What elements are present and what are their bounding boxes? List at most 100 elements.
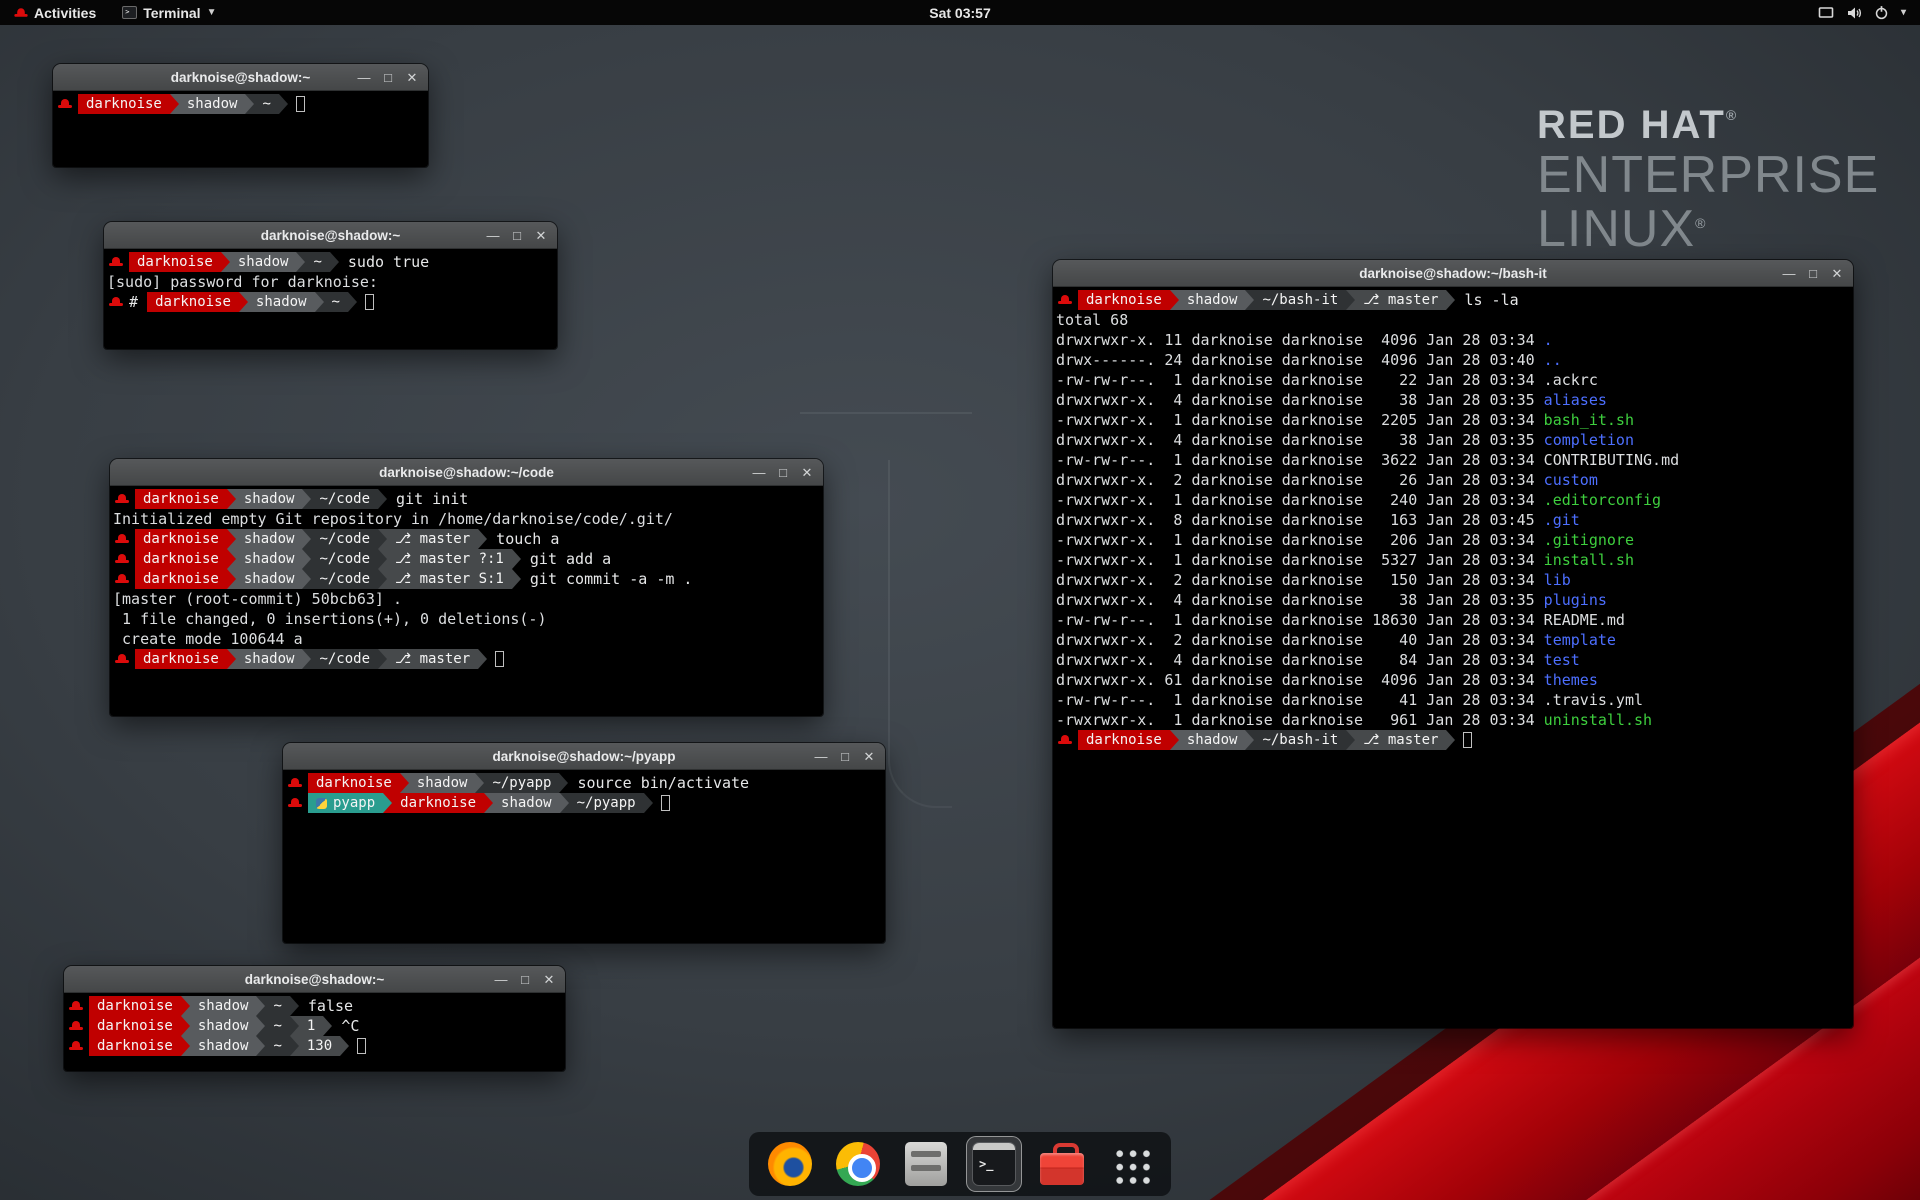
powerline-separator-icon	[1446, 290, 1455, 310]
maximize-button[interactable]: □	[771, 459, 795, 486]
terminal-cursor	[1463, 732, 1472, 748]
app-menu-terminal[interactable]: > Terminal ▼	[118, 0, 220, 25]
terminal-content[interactable]: darknoiseshadow~	[53, 91, 428, 167]
minimize-button[interactable]: —	[489, 966, 513, 993]
maximize-button[interactable]: □	[1801, 260, 1825, 287]
dock-item-files[interactable]	[899, 1137, 953, 1191]
terminal-window-sudo[interactable]: darknoise@shadow:~ — □ ✕ darknoiseshadow…	[104, 222, 557, 349]
close-button[interactable]: ✕	[529, 222, 553, 249]
dock-item-toolbox[interactable]	[1035, 1137, 1089, 1191]
terminal-content[interactable]: darknoiseshadow~ sudo true[sudo] passwor…	[104, 249, 557, 349]
clock[interactable]: Sat 03:57	[929, 0, 990, 25]
output-text: -rwxrwxr-x. 1 darknoise darknoise 240 Ja…	[1056, 491, 1544, 509]
window-titlebar[interactable]: darknoise@shadow:~ — □ ✕	[104, 222, 557, 249]
window-titlebar[interactable]: darknoise@shadow:~/bash-it — □ ✕	[1053, 260, 1853, 287]
prompt-segment: shadow	[236, 649, 303, 669]
terminal-line: darknoiseshadow~/code git init	[113, 489, 823, 509]
powerline-separator-icon	[484, 793, 493, 813]
close-button[interactable]: ✕	[400, 64, 424, 91]
close-button[interactable]: ✕	[857, 743, 881, 770]
close-button[interactable]: ✕	[537, 966, 561, 993]
maximize-button[interactable]: □	[513, 966, 537, 993]
terminal-content[interactable]: darknoiseshadow~/bash-it⎇ master ls -lat…	[1053, 287, 1853, 1028]
powerline-separator-icon	[227, 649, 236, 669]
dock-item-firefox[interactable]	[763, 1137, 817, 1191]
window-titlebar[interactable]: darknoise@shadow:~/pyapp — □ ✕	[283, 743, 885, 770]
power-icon	[1874, 5, 1889, 20]
terminal-line: -rw-rw-r--. 1 darknoise darknoise 3622 J…	[1056, 450, 1853, 470]
powerline-separator-icon	[400, 773, 409, 793]
powerline-separator-icon	[478, 649, 487, 669]
powerline-separator-icon	[378, 649, 387, 669]
prompt-segment: darknoise	[89, 1016, 181, 1036]
terminal-line: drwxrwxr-x. 4 darknoise darknoise 38 Jan…	[1056, 590, 1853, 610]
output-text: ..	[1544, 351, 1562, 369]
wallpaper-circuit-line	[888, 460, 952, 808]
output-text: -rw-rw-r--. 1 darknoise darknoise 41 Jan…	[1056, 691, 1544, 709]
powerline-separator-icon	[644, 793, 653, 813]
dock-item-app-grid[interactable]	[1103, 1137, 1157, 1191]
window-titlebar[interactable]: darknoise@shadow:~ — □ ✕	[64, 966, 565, 993]
output-text: .	[1544, 331, 1553, 349]
window-title: darknoise@shadow:~/code	[110, 459, 823, 486]
close-button[interactable]: ✕	[795, 459, 819, 486]
prompt-segment: shadow	[236, 549, 303, 569]
prompt-segment: ~	[265, 1016, 289, 1036]
prompt-segment: shadow	[248, 292, 315, 312]
terminal-cursor	[365, 294, 374, 310]
terminal-line: darknoiseshadow~130	[67, 1036, 565, 1056]
terminal-line: total 68	[1056, 310, 1853, 330]
terminal-content[interactable]: darknoiseshadow~/code git initInitialize…	[110, 486, 823, 716]
prompt-segment: shadow	[230, 252, 297, 272]
minimize-button[interactable]: —	[352, 64, 376, 91]
root-prompt-hash: #	[129, 293, 147, 311]
dock-item-terminal[interactable]: >_	[967, 1137, 1021, 1191]
terminal-line: drwxrwxr-x. 2 darknoise darknoise 40 Jan…	[1056, 630, 1853, 650]
powerline-separator-icon	[227, 489, 236, 509]
terminal-window-bash-it[interactable]: darknoise@shadow:~/bash-it — □ ✕ darknoi…	[1053, 260, 1853, 1028]
output-text: drwx------. 24 darknoise darknoise 4096 …	[1056, 351, 1544, 369]
output-text: drwxrwxr-x. 4 darknoise darknoise 38 Jan…	[1056, 391, 1544, 409]
window-titlebar[interactable]: darknoise@shadow:~/code — □ ✕	[110, 459, 823, 486]
terminal-line: darknoiseshadow~	[56, 94, 428, 114]
powerline-separator-icon	[227, 569, 236, 589]
terminal-window-pyapp[interactable]: darknoise@shadow:~/pyapp — □ ✕ darknoise…	[283, 743, 885, 943]
minimize-button[interactable]: —	[1777, 260, 1801, 287]
maximize-button[interactable]: □	[833, 743, 857, 770]
terminal-cursor	[357, 1038, 366, 1054]
dock: >_	[749, 1132, 1171, 1196]
minimize-button[interactable]: —	[747, 459, 771, 486]
powerline-separator-icon	[227, 529, 236, 549]
wallpaper-circuit-line	[800, 412, 972, 414]
terminal-line: create mode 100644 a	[113, 629, 823, 649]
redhat-prompt-icon	[1058, 294, 1072, 306]
system-status-area[interactable]: ▾	[1810, 0, 1914, 25]
command-text: source bin/activate	[568, 774, 749, 792]
prompt-segment: shadow	[190, 1036, 257, 1056]
maximize-button[interactable]: □	[376, 64, 400, 91]
minimize-button[interactable]: —	[481, 222, 505, 249]
terminal-window-code[interactable]: darknoise@shadow:~/code — □ ✕ darknoises…	[110, 459, 823, 716]
terminal-window-home-1[interactable]: darknoise@shadow:~ — □ ✕ darknoiseshadow…	[53, 64, 428, 167]
output-text: drwxrwxr-x. 8 darknoise darknoise 163 Ja…	[1056, 511, 1544, 529]
terminal-content[interactable]: darknoiseshadow~/pyapp source bin/activa…	[283, 770, 885, 943]
powerline-separator-icon	[302, 489, 311, 509]
terminal-window-exit-codes[interactable]: darknoise@shadow:~ — □ ✕ darknoise shadow…	[64, 966, 565, 1071]
powerline-separator-icon	[378, 489, 387, 509]
terminal-line: -rwxrwxr-x. 1 darknoise darknoise 240 Ja…	[1056, 490, 1853, 510]
terminal-content[interactable]: darknoiseshadow~ falsedarknoiseshadow~1 …	[64, 993, 565, 1071]
prompt-segment: darknoise	[89, 1036, 181, 1056]
terminal-line: darknoiseshadow~/code⎇ master touch a	[113, 529, 823, 549]
dock-item-chrome[interactable]	[831, 1137, 885, 1191]
maximize-button[interactable]: □	[505, 222, 529, 249]
output-text: -rwxrwxr-x. 1 darknoise darknoise 961 Ja…	[1056, 711, 1544, 729]
terminal-icon: >	[122, 6, 137, 19]
activities-button[interactable]: Activities	[10, 0, 100, 25]
terminal-line: -rwxrwxr-x. 1 darknoise darknoise 961 Ja…	[1056, 710, 1853, 730]
terminal-line: -rw-rw-r--. 1 darknoise darknoise 22 Jan…	[1056, 370, 1853, 390]
prompt-segment: ~	[265, 1036, 289, 1056]
window-titlebar[interactable]: darknoise@shadow:~ — □ ✕	[53, 64, 428, 91]
minimize-button[interactable]: —	[809, 743, 833, 770]
prompt-segment: darknoise	[1078, 730, 1170, 750]
close-button[interactable]: ✕	[1825, 260, 1849, 287]
